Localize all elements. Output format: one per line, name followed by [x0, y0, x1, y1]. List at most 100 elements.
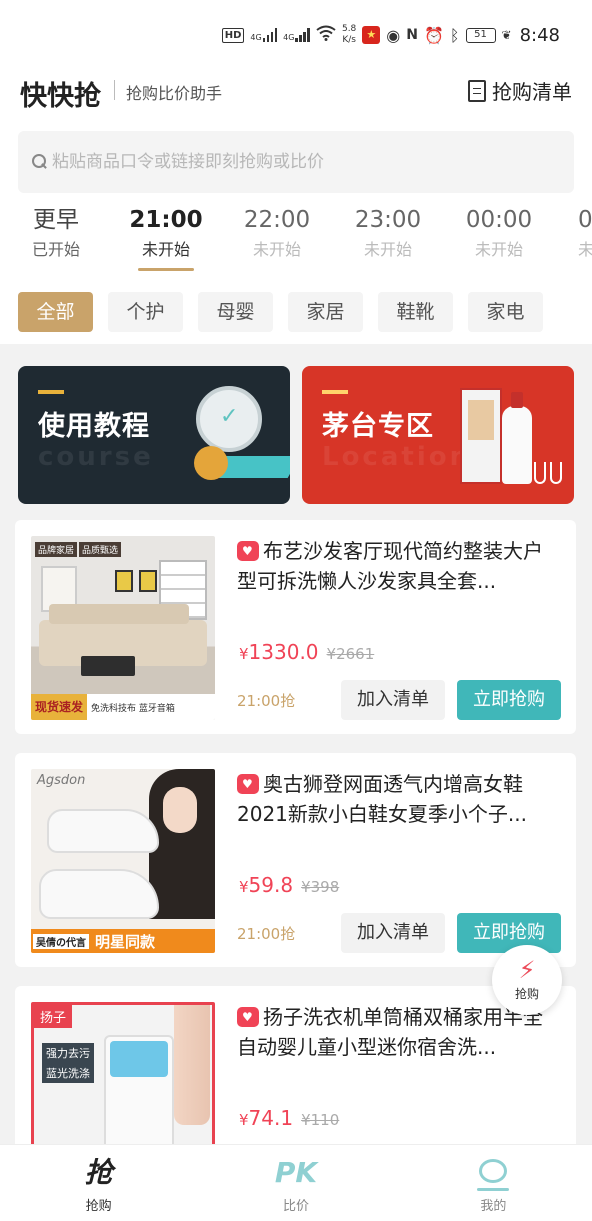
product-image[interactable]: 品牌家居 品质甄选 现货速发 免洗科技布 蓝牙音箱 — [31, 536, 215, 720]
store-icon — [237, 1007, 259, 1027]
grab-list-label: 抢购清单 — [492, 80, 572, 104]
image-strip: 现货速发 免洗科技布 蓝牙音箱 — [31, 694, 215, 720]
wine-cup-icon — [550, 462, 562, 484]
tutorial-banner-watermark: course — [38, 442, 154, 472]
floating-grab-button[interactable]: ⚡ 抢购 — [492, 945, 562, 1015]
wifi-icon — [316, 25, 336, 45]
grab-icon: 抢 — [84, 1156, 113, 1189]
product-card[interactable]: 扬子 强力去污 蓝光洗涤 扬子洗衣机单筒桶双桶家用半全自动婴儿童小型迷你宿舍洗.… — [15, 986, 576, 1144]
category-appliances[interactable]: 家电 — [468, 292, 543, 332]
category-personal-care[interactable]: 个护 — [108, 292, 183, 332]
time-tabs: 更早 已开始 21:00 未开始 22:00 未开始 23:00 未开始 00:… — [0, 202, 592, 276]
status-icons: HD 4G 4G 5.8 K/s ★ ◉ N ⏰ ᛒ 51 ❦ 8:48 — [221, 22, 560, 48]
nav-compare[interactable]: PK 比价 — [197, 1145, 394, 1221]
buy-now-button[interactable]: 立即抢购 — [457, 913, 561, 953]
image-strip: 吴倩の代言 明星同款 — [31, 929, 215, 953]
tutorial-banner[interactable]: 使用教程 course — [18, 366, 290, 504]
product-price: ¥74.1 ¥110 — [239, 1106, 340, 1130]
category-all[interactable]: 全部 — [18, 292, 93, 332]
shoe-illustration — [39, 869, 159, 919]
store-icon — [237, 541, 259, 561]
eye-icon: ◉ — [386, 25, 401, 45]
original-price: ¥2661 — [326, 645, 375, 663]
product-image[interactable]: Agsdon 吴倩の代言 明星同款 — [31, 769, 215, 953]
time-tab-next[interactable]: 0 未 — [560, 202, 592, 262]
leaf-icon: ❦ — [501, 28, 512, 42]
brand-logo: Agsdon — [37, 773, 86, 788]
nav-me-label: 我的 — [480, 1199, 507, 1214]
category-mother-baby[interactable]: 母婴 — [198, 292, 273, 332]
time-tab-0000[interactable]: 00:00 未开始 — [449, 202, 549, 262]
signal-icon-1: 4G — [250, 28, 278, 42]
product-card[interactable]: 品牌家居 品质甄选 现货速发 免洗科技布 蓝牙音箱 布艺沙发客厅现代简约整装大户… — [15, 520, 576, 734]
battery-icon: 51 — [465, 27, 496, 43]
add-to-list-button[interactable]: 加入清单 — [341, 680, 445, 720]
time-tab-2200[interactable]: 22:00 未开始 — [227, 202, 327, 262]
nav-grab-label: 抢购 — [85, 1199, 112, 1214]
tutorial-banner-title: 使用教程 — [38, 411, 150, 442]
alarm-icon: ⏰ — [423, 25, 444, 45]
moutai-banner-title: 茅台专区 — [322, 411, 434, 442]
grab-list-button[interactable]: 抢购清单 — [468, 76, 572, 105]
product-image[interactable]: 扬子 强力去污 蓝光洗涤 — [31, 1002, 215, 1144]
search-bar[interactable] — [18, 131, 574, 193]
bluetooth-icon: ᛒ — [449, 25, 460, 45]
network-speed: 5.8 K/s — [341, 24, 357, 45]
clock-check-icon — [196, 386, 262, 452]
add-to-list-button[interactable]: 加入清单 — [341, 913, 445, 953]
washer-illustration — [104, 1035, 174, 1144]
bottom-navigation: 抢 抢购 PK 比价 我的 — [0, 1144, 592, 1221]
moutai-banner[interactable]: 茅台专区 Location — [302, 366, 574, 504]
title-divider — [114, 80, 115, 100]
original-price: ¥110 — [301, 1111, 340, 1129]
product-card[interactable]: Agsdon 吴倩の代言 明星同款 奥古狮登网面透气内增高女鞋2021新款小白鞋… — [15, 753, 576, 967]
banner-accent — [322, 390, 348, 394]
floating-grab-label: 抢购 — [514, 987, 539, 1001]
ball-shape — [194, 446, 228, 480]
brand-logo: 扬子 — [34, 1005, 73, 1028]
document-icon — [468, 79, 486, 102]
nav-grab[interactable]: 抢 抢购 — [0, 1145, 197, 1221]
product-title[interactable]: 奥古狮登网面透气内增高女鞋2021新款小白鞋女夏季小个子... — [237, 769, 557, 829]
content-area: 使用教程 course 茅台专区 Location 品牌家居 品质甄选 现货速 — [0, 344, 592, 1144]
search-icon — [32, 154, 48, 170]
buy-now-button[interactable]: 立即抢购 — [457, 680, 561, 720]
category-shoes[interactable]: 鞋靴 — [378, 292, 453, 332]
lightning-icon: ⚡ — [518, 956, 536, 984]
shoe-illustration — [47, 809, 159, 853]
pk-icon: PK — [274, 1156, 318, 1189]
nav-compare-label: 比价 — [282, 1199, 309, 1214]
category-chips: 全部 个护 母婴 家居 鞋靴 家电 — [18, 292, 543, 332]
moutai-bottle-image — [502, 392, 532, 484]
profile-icon — [477, 1159, 510, 1191]
grab-time: 21:00抢 — [237, 692, 296, 710]
signal-icon-2: 4G — [283, 28, 310, 42]
image-tags: 品牌家居 品质甄选 — [35, 542, 122, 557]
product-price: ¥59.8 ¥398 — [239, 873, 340, 897]
banner-accent — [38, 390, 64, 394]
moutai-banner-watermark: Location — [322, 442, 472, 472]
grab-time: 21:00抢 — [237, 925, 296, 943]
wine-cup-icon — [534, 462, 546, 484]
nfc-icon: N — [406, 27, 418, 43]
time-tab-2300[interactable]: 23:00 未开始 — [338, 202, 438, 262]
time-tab-2100[interactable]: 21:00 未开始 — [116, 202, 216, 271]
nav-me[interactable]: 我的 — [395, 1145, 592, 1221]
moutai-box-image — [460, 388, 502, 484]
app-subtitle: 抢购比价助手 — [126, 84, 223, 103]
status-bar: HD 4G 4G 5.8 K/s ★ ◉ N ⏰ ᛒ 51 ❦ 8:48 — [0, 0, 592, 70]
store-icon — [237, 774, 259, 794]
app-header: 快快抢 抢购比价助手 抢购清单 — [0, 70, 592, 114]
search-input[interactable] — [52, 152, 532, 172]
product-title[interactable]: 布艺沙发客厅现代简约整装大户型可拆洗懒人沙发家具全套... — [237, 536, 557, 596]
product-price: ¥1330.0 ¥2661 — [239, 640, 375, 664]
category-home[interactable]: 家居 — [288, 292, 363, 332]
hd-indicator: HD — [221, 27, 245, 43]
app-notification-icon: ★ — [362, 26, 381, 44]
active-tab-indicator — [138, 268, 194, 271]
original-price: ¥398 — [301, 878, 340, 896]
time-tab-earlier[interactable]: 更早 已开始 — [6, 202, 106, 262]
app-title: 快快抢 — [20, 81, 101, 112]
status-time: 8:48 — [519, 24, 560, 46]
product-title[interactable]: 扬子洗衣机单筒桶双桶家用半全自动婴儿童小型迷你宿舍洗... — [237, 1002, 557, 1062]
